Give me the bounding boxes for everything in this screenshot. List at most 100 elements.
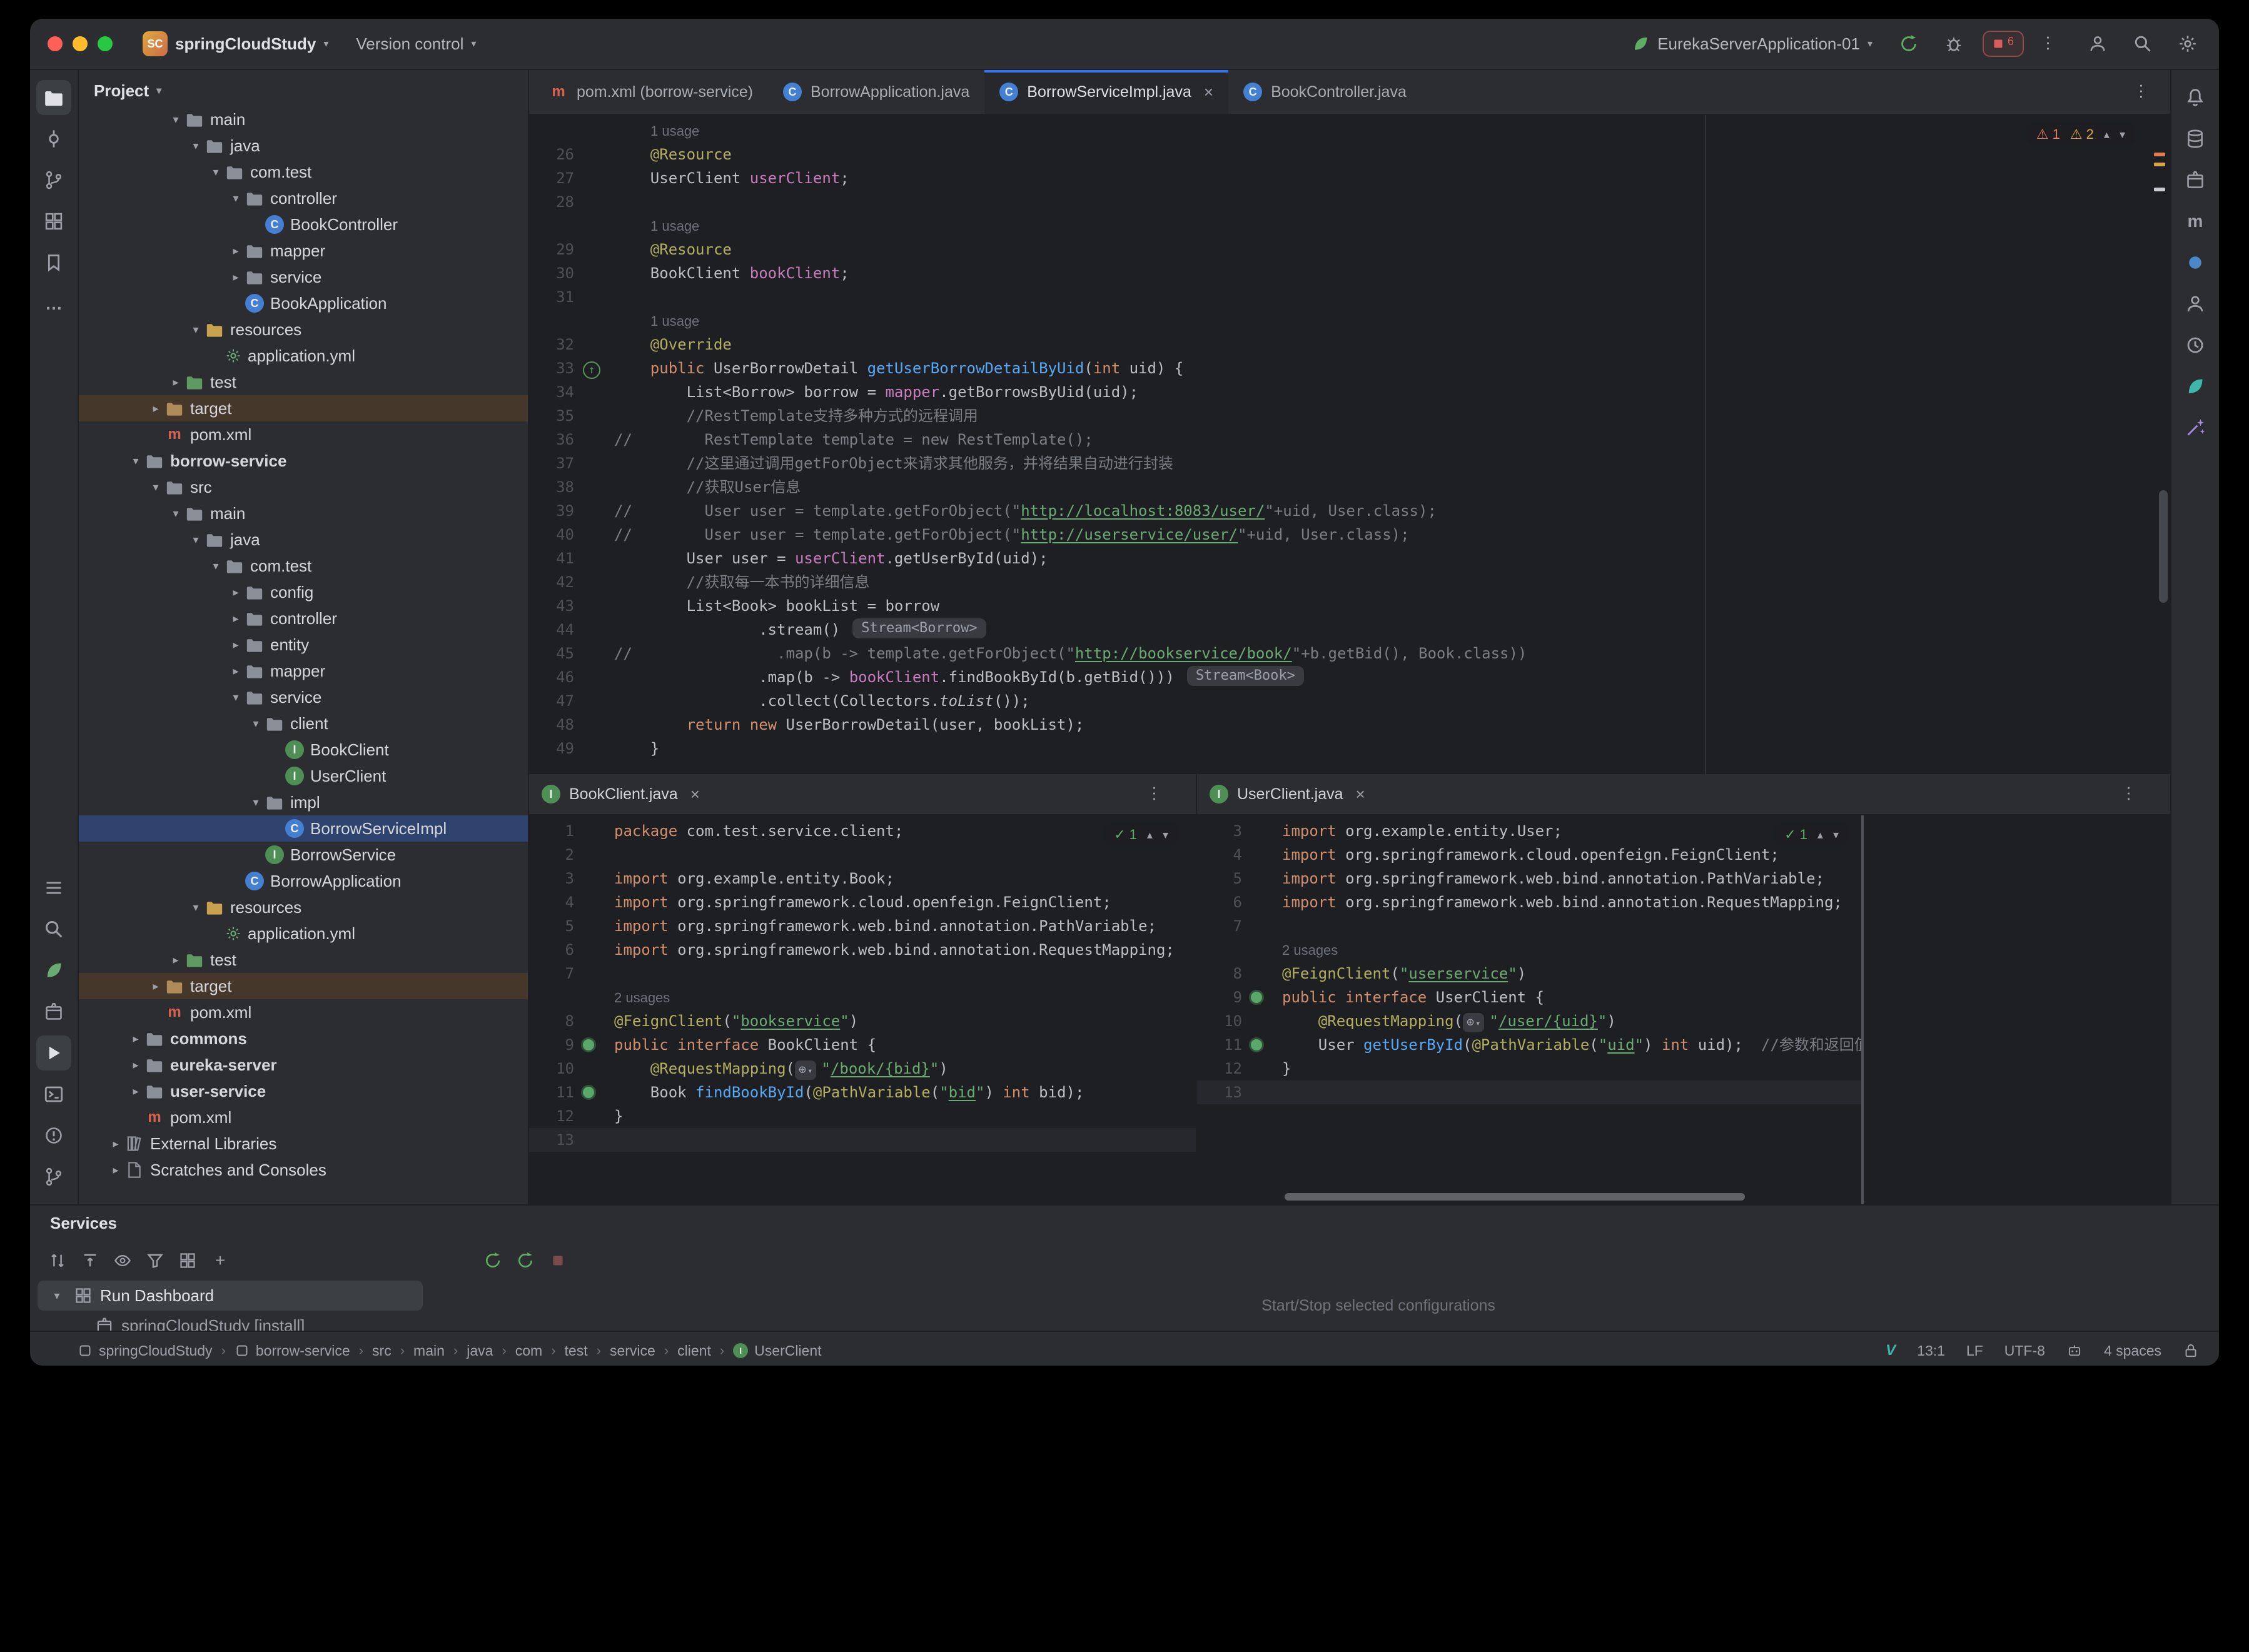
code-line[interactable]: 10 @RequestMapping(⊕ ▾ "/user/{uid}") <box>1197 1009 1861 1033</box>
code-line[interactable]: 2 <box>529 843 1196 867</box>
usages-inlay[interactable]: 1 usage <box>650 218 699 234</box>
code-line[interactable]: 4 import org.springframework.cloud.openfe… <box>529 890 1196 914</box>
tree-chevron-icon[interactable]: ▸ <box>226 244 245 258</box>
inlay-hint-row[interactable]: 1 usage <box>529 119 2170 143</box>
services-tool-icon[interactable] <box>36 1035 71 1070</box>
prev-problem-icon[interactable]: ▴ <box>1147 829 1153 842</box>
search-everywhere-icon[interactable] <box>2126 28 2159 60</box>
indent-setting[interactable]: 4 spaces <box>2104 1342 2161 1359</box>
code-line[interactable]: 5 import org.springframework.web.bind.ann… <box>1197 867 1861 890</box>
tree-chevron-icon[interactable]: ▸ <box>126 1059 145 1072</box>
history-tool-icon[interactable] <box>2178 328 2213 363</box>
tree-chevron-icon[interactable]: ▾ <box>166 507 185 520</box>
code-line[interactable]: 47 .collect(Collectors.toList()); <box>529 689 2170 713</box>
code-line[interactable]: 49 } <box>529 737 2170 760</box>
zoom-window-button[interactable] <box>98 36 113 51</box>
tree-item-src[interactable]: ▾ src <box>79 474 528 500</box>
tree-item-pom-xml[interactable]: m pom.xml <box>79 999 528 1025</box>
tree-item-mapper[interactable]: ▸ mapper <box>79 658 528 684</box>
notifications-icon[interactable] <box>2178 80 2213 115</box>
horizontal-scrollbar[interactable] <box>1285 1193 1745 1201</box>
breadcrumb-test[interactable]: test <box>565 1342 588 1359</box>
tree-chevron-icon[interactable]: ▸ <box>166 376 185 389</box>
code-line[interactable]: 6 import org.springframework.web.bind.ann… <box>529 938 1196 962</box>
tree-item-borrowserviceimpl[interactable]: C BorrowServiceImpl <box>79 815 528 842</box>
code-line[interactable]: 7 <box>529 962 1196 985</box>
inlay-hint-row[interactable]: 2 usages <box>1197 938 1861 962</box>
tree-item-target[interactable]: ▸ target <box>79 973 528 999</box>
next-problem-icon[interactable]: ▾ <box>1163 829 1168 842</box>
ideavim-icon[interactable]: V <box>1886 1342 1896 1359</box>
breadcrumb-com[interactable]: com <box>515 1342 542 1359</box>
code-line[interactable]: 4 import org.springframework.cloud.openfe… <box>1197 843 1861 867</box>
code-line[interactable]: 46 .map(b -> bookClient.findBookById(b.g… <box>529 665 2170 689</box>
code-line[interactable]: 29 @Resource <box>529 238 2170 261</box>
line-separator[interactable]: LF <box>1966 1342 1983 1359</box>
code-line[interactable]: 6 import org.springframework.web.bind.ann… <box>1197 890 1861 914</box>
code-line[interactable]: 42 //获取每一本书的详细信息 <box>529 570 2170 594</box>
inspections-widget[interactable]: ✓ 1 ▴ ▾ <box>1104 824 1178 845</box>
tree-item-service[interactable]: ▸ service <box>79 264 528 290</box>
tree-item-main[interactable]: ▾ main <box>79 500 528 526</box>
spring-gutter-icon[interactable] <box>574 1080 612 1104</box>
tree-item-controller[interactable]: ▾ controller <box>79 185 528 211</box>
tree-chevron-icon[interactable]: ▾ <box>186 139 205 153</box>
code-line[interactable]: 41 User user = userClient.getUserById(ui… <box>529 546 2170 570</box>
version-control-tool-icon[interactable] <box>36 1159 71 1194</box>
breadcrumb-service[interactable]: service <box>610 1342 655 1359</box>
readonly-lock-icon[interactable] <box>2183 1342 2199 1359</box>
editor-scrollbar[interactable] <box>2159 490 2168 603</box>
tree-item-test[interactable]: ▸ test <box>79 947 528 973</box>
todo-tool-icon[interactable] <box>36 870 71 905</box>
tree-chevron-icon[interactable]: ▸ <box>106 1137 125 1151</box>
preview-icon[interactable] <box>108 1246 138 1276</box>
type-hint-chip[interactable]: Stream<Borrow> <box>852 618 986 638</box>
code-line[interactable]: 3 import org.example.entity.User; <box>1197 819 1861 843</box>
navigate-icon[interactable] <box>43 1246 73 1276</box>
code-line[interactable]: 8 @FeignClient("bookservice") <box>529 1009 1196 1033</box>
code-line[interactable]: 11 Book findBookById(@PathVariable("bid"… <box>529 1080 1196 1104</box>
tree-item-borrow-service[interactable]: ▾ borrow-service <box>79 448 528 474</box>
inspections-widget[interactable]: ✓ 1 ▴ ▾ <box>1774 824 1849 845</box>
tree-chevron-icon[interactable]: ▸ <box>226 638 245 652</box>
code-line[interactable]: 44 .stream() Stream<Borrow> <box>529 618 2170 642</box>
tree-item-user-service[interactable]: ▸ user-service <box>79 1078 528 1104</box>
code-line[interactable]: 11 User getUserById(@PathVariable("uid")… <box>1197 1033 1861 1057</box>
main-editor[interactable]: 1 usage 26 @Resource 27 UserClient userCli… <box>529 115 2170 774</box>
dependencies-tool-icon[interactable] <box>2178 245 2213 280</box>
tree-item-application-yml[interactable]: application.yml <box>79 343 528 369</box>
run-dashboard-item[interactable]: ▾ Run Dashboard <box>38 1281 423 1311</box>
userclient-viewport[interactable]: 3 import org.example.entity.User; 4 import … <box>1197 815 1864 1204</box>
tab-pom-xml-borrow-service[interactable]: m pom.xml (borrow-service) <box>534 70 768 114</box>
breadcrumb-src[interactable]: src <box>372 1342 392 1359</box>
project-tool-icon[interactable] <box>36 80 71 115</box>
build-tool-icon[interactable] <box>36 994 71 1029</box>
breadcrumb-userclient[interactable]: I UserClient <box>733 1342 822 1359</box>
tree-chevron-icon[interactable]: ▸ <box>126 1085 145 1098</box>
tree-chevron-icon[interactable]: ▾ <box>206 560 225 573</box>
code-line[interactable]: 31 <box>529 285 2170 309</box>
code-line[interactable]: 39 // User user = template.getForObject("… <box>529 499 2170 523</box>
breadcrumb-java[interactable]: java <box>467 1342 493 1359</box>
code-line[interactable]: 9 public interface UserClient { <box>1197 985 1861 1009</box>
code-line[interactable]: 45 // .map(b -> template.getForObject("ht… <box>529 642 2170 665</box>
code-line[interactable]: 12} <box>1197 1057 1861 1080</box>
tree-item-target[interactable]: ▸ target <box>79 395 528 421</box>
tree-item-java[interactable]: ▾ java <box>79 526 528 553</box>
tab-borrowapplication-java[interactable]: C BorrowApplication.java <box>768 70 984 114</box>
code-with-me-icon[interactable] <box>2081 28 2114 60</box>
bookclient-editor[interactable]: 1 package com.test.service.client; 2 3 impor… <box>529 815 1196 1204</box>
spring-tool-icon[interactable] <box>36 953 71 988</box>
spring-gutter-icon[interactable] <box>1242 1033 1280 1057</box>
stop-icon[interactable] <box>543 1246 573 1276</box>
code-line[interactable]: 7 <box>1197 914 1861 938</box>
database-tool-icon[interactable] <box>2178 121 2213 156</box>
tree-item-service[interactable]: ▾ service <box>79 684 528 710</box>
tree-chevron-icon[interactable]: ▾ <box>226 192 245 205</box>
profiler-tool-icon[interactable] <box>2178 286 2213 321</box>
settings-gear-icon[interactable] <box>2171 28 2204 60</box>
stop-button[interactable]: 6 <box>1982 31 2024 57</box>
tree-chevron-icon[interactable]: ▾ <box>146 481 165 494</box>
tree-item-bookapplication[interactable]: C BookApplication <box>79 290 528 316</box>
maven-tool-icon[interactable]: m <box>2178 204 2213 239</box>
